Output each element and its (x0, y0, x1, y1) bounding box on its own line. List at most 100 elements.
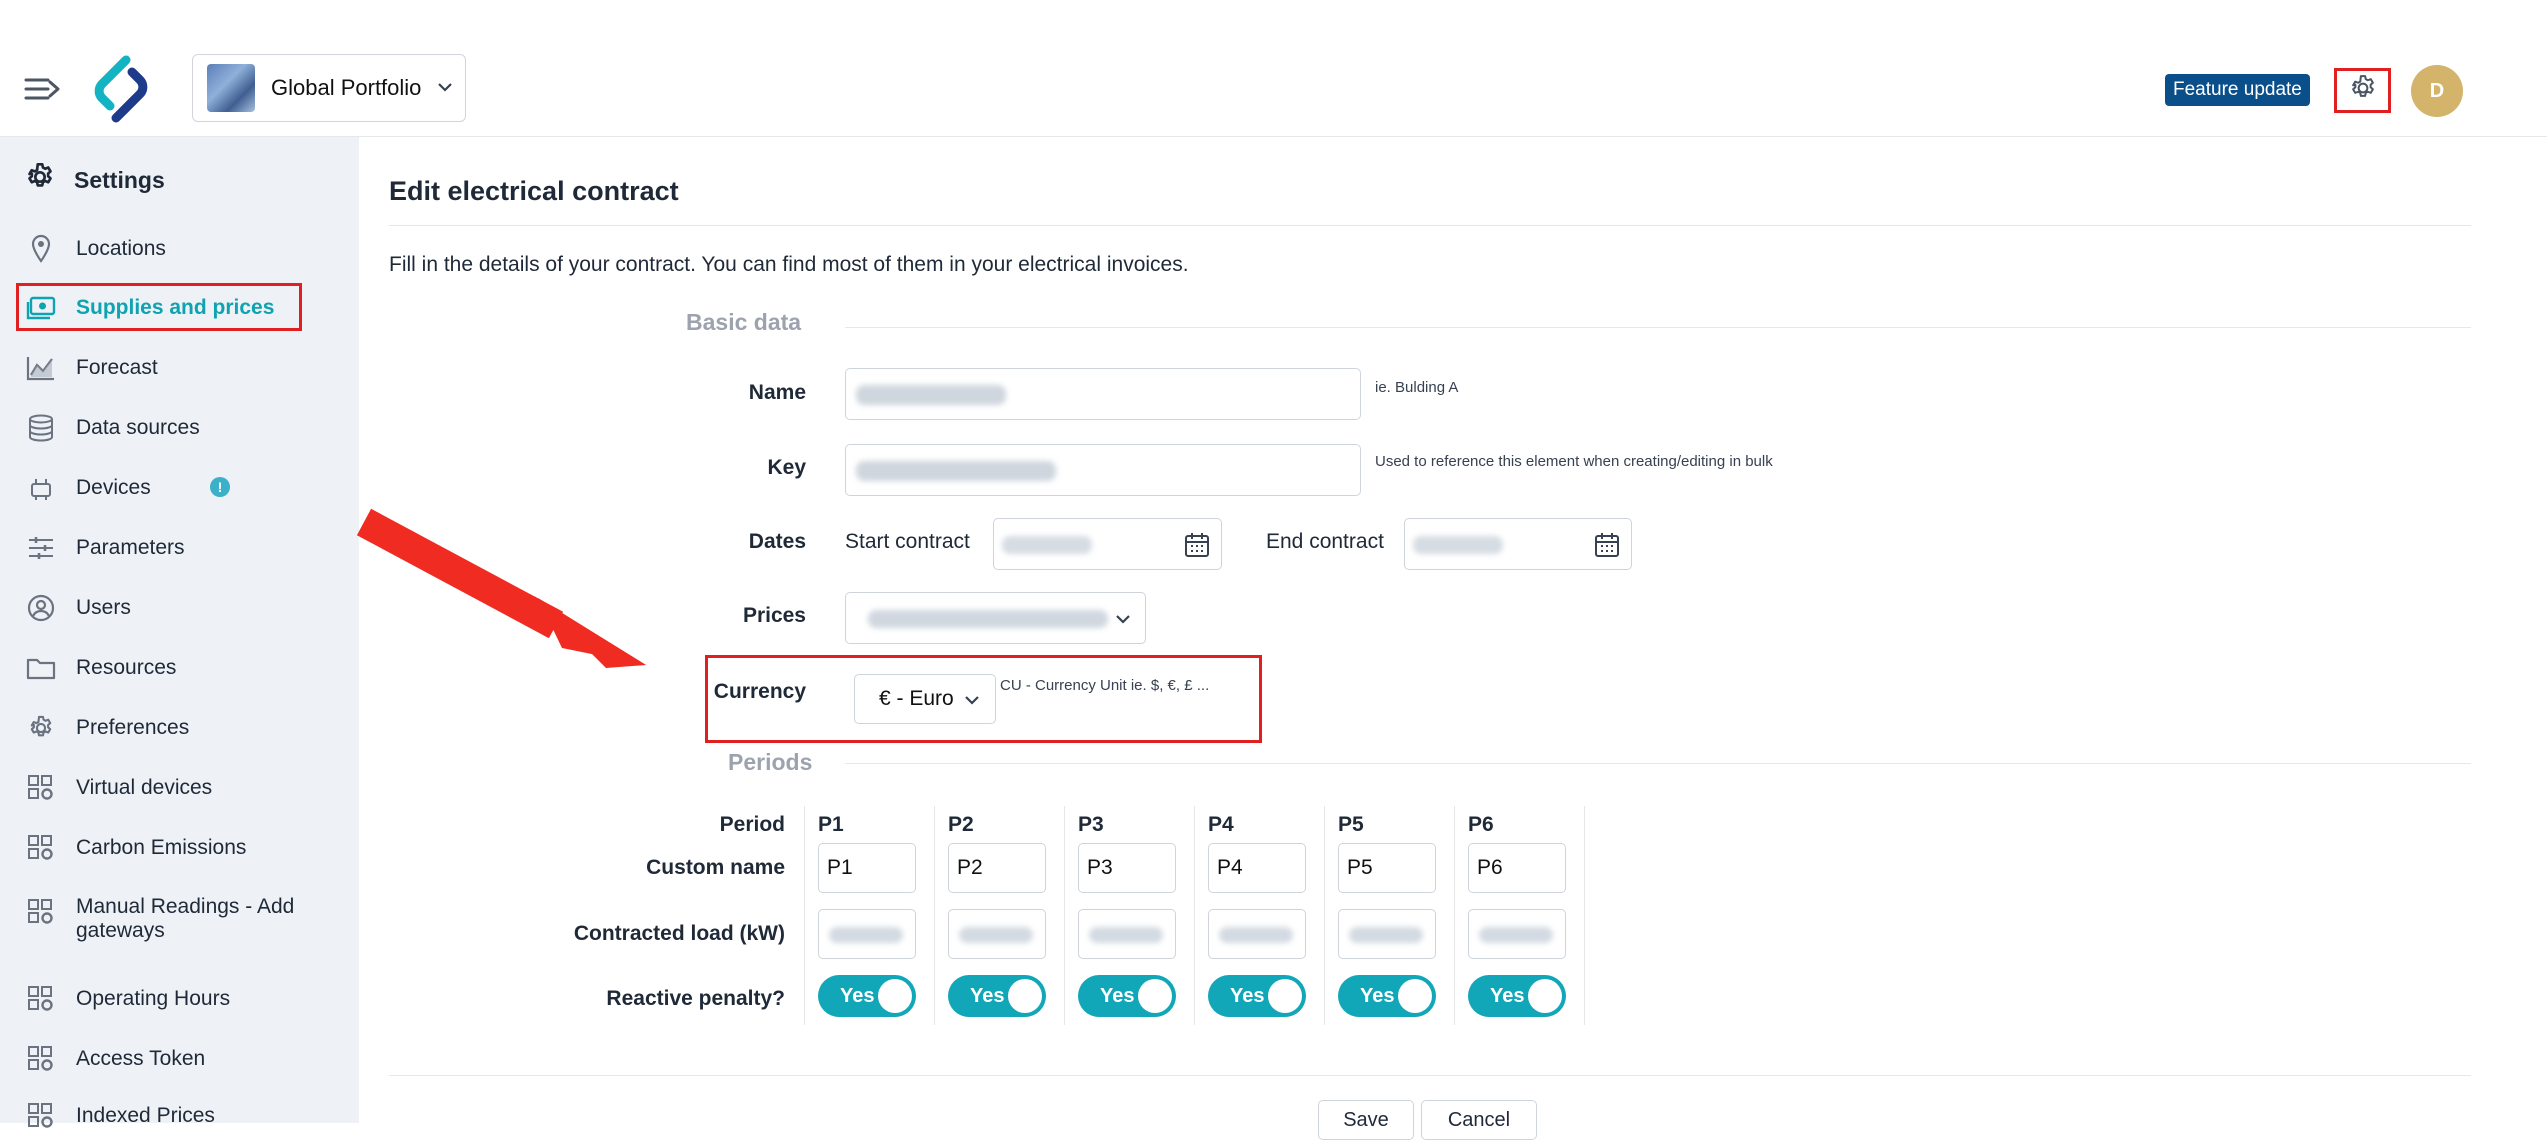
toggle-label: Yes (840, 985, 875, 1007)
custom-name-input[interactable]: P3 (1078, 843, 1176, 893)
end-contract-input[interactable] (1404, 518, 1632, 570)
period-header: P5 (1338, 813, 1364, 836)
sidebar-item-supplies-and-prices[interactable]: Supplies and prices (24, 291, 334, 325)
sidebar-item-label: Parameters (76, 536, 185, 559)
periods-divider (845, 763, 2471, 764)
custom-name-input[interactable]: P6 (1468, 843, 1566, 893)
name-label: Name (748, 381, 806, 404)
sidebar-item-label: Supplies and prices (76, 296, 275, 319)
sidebar-item-manual-readings[interactable]: Manual Readings - Add gateways (24, 895, 334, 943)
page-title: Edit electrical contract (389, 176, 679, 206)
reactive-penalty-toggle[interactable]: Yes (1208, 975, 1306, 1017)
sidebar-item-operating-hours[interactable]: Operating Hours (24, 982, 334, 1016)
contracted-load-input[interactable] (948, 909, 1046, 959)
sidebar-item-label: Access Token (76, 1047, 206, 1070)
currency-label: Currency (713, 680, 806, 703)
avatar[interactable]: D (2411, 65, 2463, 117)
supplies-icon (24, 291, 58, 325)
name-input[interactable] (845, 368, 1361, 420)
sidebar-item-label: Carbon Emissions (76, 836, 247, 859)
sidebar-item-preferences[interactable]: Preferences (24, 711, 334, 745)
contracted-load-input[interactable] (1468, 909, 1566, 959)
sidebar-item-devices[interactable]: Devices (24, 471, 334, 505)
grid-gear-icon (24, 982, 58, 1016)
portfolio-label: Global Portfolio (271, 75, 422, 100)
top-bar: Global Portfolio Feature update D (0, 0, 2547, 137)
start-contract-input[interactable] (993, 518, 1222, 570)
save-button[interactable]: Save (1318, 1100, 1414, 1140)
settings-gear-button[interactable] (2334, 68, 2391, 113)
custom-name-input[interactable]: P2 (948, 843, 1046, 893)
key-input[interactable] (845, 444, 1361, 496)
device-icon (24, 471, 58, 505)
sidebar-item-label: Indexed Prices (76, 1104, 215, 1127)
app-logo[interactable] (86, 54, 156, 124)
sidebar: Settings Locations Supplies and prices F… (0, 137, 359, 1128)
column-divider (1324, 806, 1325, 1025)
custom-name-input[interactable]: P4 (1208, 843, 1306, 893)
dates-label: Dates (748, 530, 806, 553)
basic-data-title: Basic data (686, 309, 802, 335)
grid-gear-icon (24, 831, 58, 865)
contracted-load-input[interactable] (1078, 909, 1176, 959)
reactive-penalty-toggle[interactable]: Yes (1078, 975, 1176, 1017)
sidebar-item-forecast[interactable]: Forecast (24, 351, 334, 385)
title-divider (389, 225, 2471, 226)
reactive-penalty-toggle[interactable]: Yes (1338, 975, 1436, 1017)
sidebar-item-parameters[interactable]: Parameters (24, 531, 334, 565)
sidebar-item-label-line2: gateways (76, 919, 165, 942)
calendar-icon[interactable] (1183, 531, 1211, 564)
column-divider (1584, 806, 1585, 1025)
sidebar-item-carbon-emissions[interactable]: Carbon Emissions (24, 831, 334, 865)
portfolio-thumbnail (207, 64, 255, 112)
gear-icon (24, 161, 74, 199)
user-circle-icon (24, 591, 58, 625)
sidebar-item-virtual-devices[interactable]: Virtual devices (24, 771, 334, 805)
period-header: P4 (1208, 813, 1234, 836)
sidebar-item-indexed-prices[interactable]: Indexed Prices (24, 1099, 334, 1133)
sidebar-title-text: Settings (74, 166, 165, 193)
column-divider (1064, 806, 1065, 1025)
periods-title: Periods (728, 749, 813, 775)
chevron-down-icon (1115, 611, 1131, 629)
prices-label: Prices (742, 604, 806, 627)
sidebar-item-label: Devices (76, 476, 151, 499)
period-header: P2 (948, 813, 974, 836)
sidebar-item-locations[interactable]: Locations (24, 232, 334, 266)
sidebar-item-data-sources[interactable]: Data sources (24, 411, 334, 445)
intro-text: Fill in the details of your contract. Yo… (389, 253, 1189, 276)
prices-select[interactable] (845, 592, 1146, 644)
name-hint: ie. Bulding A (1375, 379, 1459, 396)
currency-hint: CU - Currency Unit ie. $, €, £ ... (1000, 677, 1210, 694)
contracted-load-row-label: Contracted load (kW) (573, 922, 785, 945)
contracted-load-input[interactable] (1208, 909, 1306, 959)
menu-toggle-icon[interactable] (24, 72, 62, 106)
reactive-penalty-toggle[interactable]: Yes (818, 975, 916, 1017)
database-icon (24, 411, 58, 445)
custom-name-input[interactable]: P5 (1338, 843, 1436, 893)
sidebar-item-access-token[interactable]: Access Token (24, 1042, 334, 1076)
column-divider (1454, 806, 1455, 1025)
calendar-icon[interactable] (1593, 531, 1621, 564)
currency-select[interactable]: € - Euro (854, 674, 996, 724)
period-header: P1 (818, 813, 844, 836)
location-pin-icon (24, 232, 58, 266)
reactive-penalty-toggle[interactable]: Yes (948, 975, 1046, 1017)
sidebar-item-label: Data sources (76, 416, 200, 439)
grid-gear-icon (24, 1042, 58, 1076)
sidebar-item-users[interactable]: Users (24, 591, 334, 625)
cancel-button[interactable]: Cancel (1421, 1100, 1537, 1140)
contracted-load-input[interactable] (818, 909, 916, 959)
contracted-load-input[interactable] (1338, 909, 1436, 959)
column-divider (804, 806, 805, 1025)
gear-icon (2348, 73, 2378, 108)
portfolio-selector[interactable]: Global Portfolio (192, 54, 466, 122)
sidebar-title: Settings (24, 161, 165, 199)
chart-icon (24, 351, 58, 385)
sidebar-item-resources[interactable]: Resources (24, 651, 334, 685)
custom-name-input[interactable]: P1 (818, 843, 916, 893)
toggle-label: Yes (1490, 985, 1525, 1007)
column-divider (1194, 806, 1195, 1025)
reactive-penalty-toggle[interactable]: Yes (1468, 975, 1566, 1017)
feature-update-badge[interactable]: Feature update (2165, 74, 2310, 106)
